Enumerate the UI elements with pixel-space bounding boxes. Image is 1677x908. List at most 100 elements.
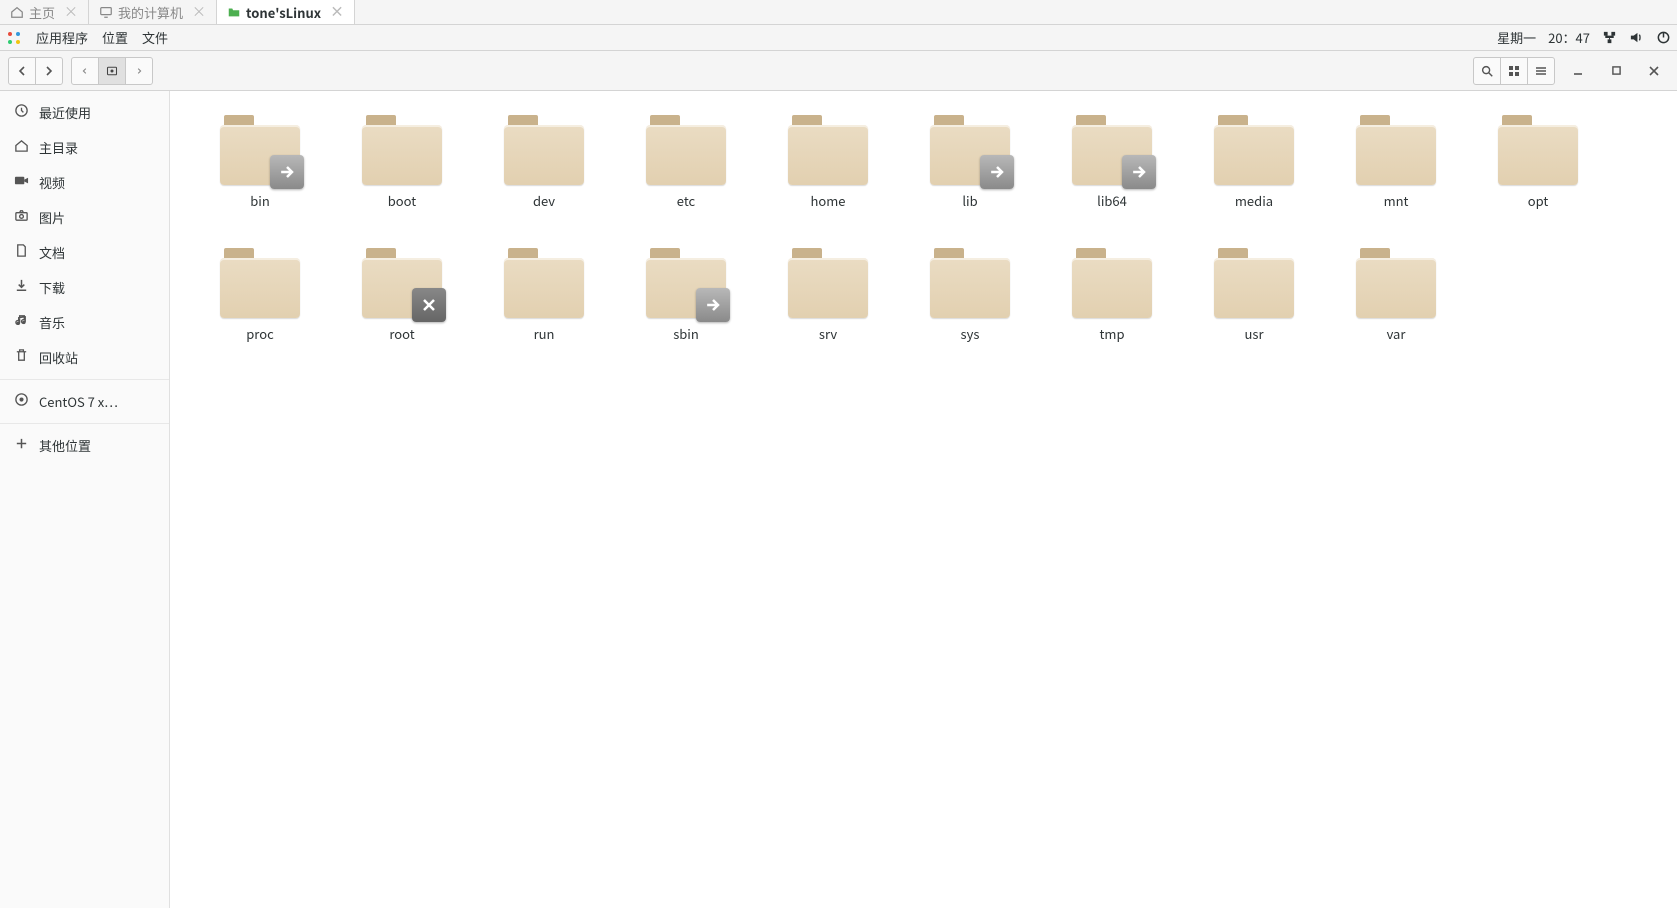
sidebar-item-label: 文档 — [39, 243, 65, 262]
sidebar-item-camera[interactable]: 图片 — [0, 200, 169, 235]
clock-date: 星期一 — [1497, 28, 1536, 47]
folder-item[interactable]: usr — [1184, 242, 1324, 347]
menu-places[interactable]: 位置 — [102, 28, 128, 47]
folder-icon — [220, 246, 300, 318]
sidebar-item-music[interactable]: 音乐 — [0, 305, 169, 340]
folder-item[interactable]: run — [474, 242, 614, 347]
search-button[interactable] — [1473, 57, 1501, 85]
window-tab-label: 我的计算机 — [118, 3, 183, 22]
symlink-badge-icon — [980, 155, 1014, 189]
folder-item[interactable]: dev — [474, 109, 614, 214]
close-icon[interactable]: × — [192, 2, 206, 22]
folder-item[interactable]: mnt — [1326, 109, 1466, 214]
folder-icon — [788, 246, 868, 318]
folder-item[interactable]: proc — [190, 242, 330, 347]
folder-label: mnt — [1384, 191, 1409, 210]
folder-item[interactable]: home — [758, 109, 898, 214]
view-group — [1473, 57, 1555, 85]
close-button[interactable] — [1639, 56, 1669, 86]
folder-icon — [504, 113, 584, 185]
folder-item[interactable]: tmp — [1042, 242, 1182, 347]
download-icon — [14, 278, 29, 297]
folder-item[interactable]: bin — [190, 109, 330, 214]
folder-item[interactable]: etc — [616, 109, 756, 214]
path-group — [71, 57, 153, 85]
path-prev-button[interactable] — [71, 57, 99, 85]
sidebar-item-label: 最近使用 — [39, 103, 91, 122]
menu-applications[interactable]: 应用程序 — [36, 28, 88, 47]
folder-item[interactable]: sbin — [616, 242, 756, 347]
sidebar-item-label: 图片 — [39, 208, 65, 227]
folder-icon — [227, 5, 241, 19]
symlink-badge-icon — [696, 288, 730, 322]
folder-icon — [362, 246, 442, 318]
monitor-icon — [99, 5, 113, 19]
separator — [0, 423, 169, 424]
volume-icon[interactable] — [1629, 30, 1644, 45]
folder-label: dev — [533, 191, 555, 210]
folder-icon — [1072, 246, 1152, 318]
window-tab-bar: 主页 × 我的计算机 × tone'sLinux × — [0, 0, 1677, 25]
path-next-button[interactable] — [125, 57, 153, 85]
folder-label: sys — [961, 324, 980, 343]
window-tab-label: tone'sLinux — [246, 3, 321, 22]
camera-icon — [14, 208, 29, 227]
folder-icon — [1356, 113, 1436, 185]
sidebar-item-trash[interactable]: 回收站 — [0, 340, 169, 375]
path-root-button[interactable] — [98, 57, 126, 85]
folder-item[interactable]: lib64 — [1042, 109, 1182, 214]
sidebar-item-other[interactable]: 其他位置 — [0, 428, 169, 463]
minimize-button[interactable] — [1563, 56, 1593, 86]
sidebar-item-disc[interactable]: CentOS 7 x… — [0, 384, 169, 419]
icon-view-button[interactable] — [1500, 57, 1528, 85]
folder-label: run — [534, 324, 555, 343]
forward-button[interactable] — [35, 57, 63, 85]
folder-item[interactable]: sys — [900, 242, 1040, 347]
sidebar-item-video[interactable]: 视频 — [0, 165, 169, 200]
folder-label: sbin — [673, 324, 699, 343]
back-button[interactable] — [8, 57, 36, 85]
folder-icon — [220, 113, 300, 185]
sidebar-item-label: CentOS 7 x… — [39, 392, 118, 411]
sidebar-item-doc[interactable]: 文档 — [0, 235, 169, 270]
folder-item[interactable]: var — [1326, 242, 1466, 347]
toolbar — [0, 51, 1677, 91]
power-icon[interactable] — [1656, 30, 1671, 45]
window-tab-label: 主页 — [29, 3, 55, 22]
sidebar-item-home[interactable]: 主目录 — [0, 130, 169, 165]
folder-icon — [1498, 113, 1578, 185]
sidebar-item-label: 其他位置 — [39, 436, 91, 455]
disc-icon — [14, 392, 29, 411]
folder-item[interactable]: lib — [900, 109, 1040, 214]
folder-label: usr — [1244, 324, 1263, 343]
folder-item[interactable]: opt — [1468, 109, 1608, 214]
doc-icon — [14, 243, 29, 262]
sidebar-item-label: 视频 — [39, 173, 65, 192]
sidebar-item-label: 下载 — [39, 278, 65, 297]
nav-group — [8, 57, 63, 85]
close-icon[interactable]: × — [330, 2, 344, 22]
folder-item[interactable]: boot — [332, 109, 472, 214]
sidebar-item-download[interactable]: 下载 — [0, 270, 169, 305]
music-icon — [14, 313, 29, 332]
video-icon — [14, 173, 29, 192]
window-tab-linux[interactable]: tone'sLinux × — [217, 0, 355, 24]
folder-label: bin — [250, 191, 270, 210]
folder-item[interactable]: root — [332, 242, 472, 347]
maximize-button[interactable] — [1601, 56, 1631, 86]
close-icon[interactable]: × — [64, 2, 78, 22]
trash-icon — [14, 348, 29, 367]
window-tab-computer[interactable]: 我的计算机 × — [89, 0, 217, 24]
folder-icon — [930, 113, 1010, 185]
file-grid-area: bin boot dev etchomeliblib64media mnt opt proc… — [170, 91, 1677, 908]
menu-button[interactable] — [1527, 57, 1555, 85]
menu-files[interactable]: 文件 — [142, 28, 168, 47]
folder-item[interactable]: srv — [758, 242, 898, 347]
sidebar-item-clock[interactable]: 最近使用 — [0, 95, 169, 130]
window-tab-home[interactable]: 主页 × — [0, 0, 89, 24]
folder-icon — [1356, 246, 1436, 318]
folder-icon — [646, 246, 726, 318]
network-icon[interactable] — [1602, 30, 1617, 45]
file-grid: bin boot dev etchomeliblib64media mnt opt proc… — [190, 109, 1657, 347]
folder-item[interactable]: media — [1184, 109, 1324, 214]
